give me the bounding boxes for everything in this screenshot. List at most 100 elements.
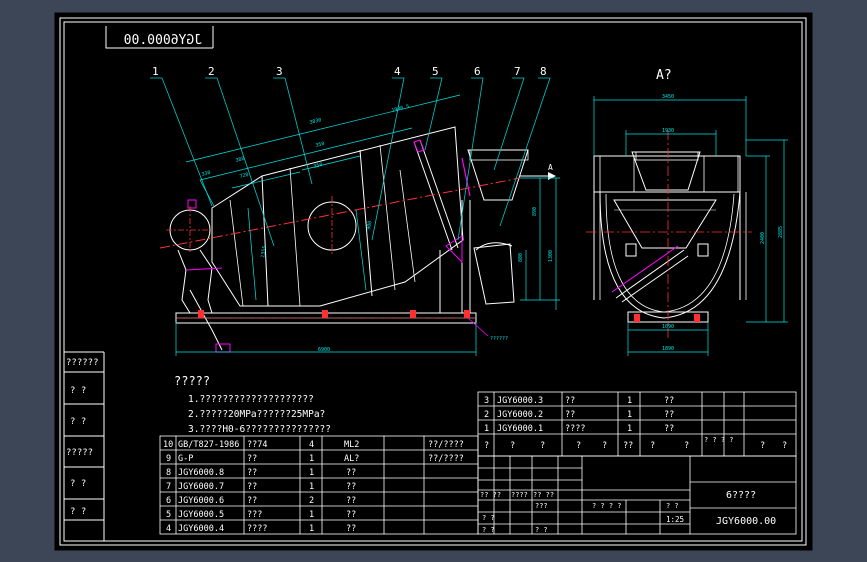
header-cell: ? [782,441,787,451]
part-mat: ML2 [344,440,359,450]
part-code: JGY6000.1 [497,424,543,434]
part-note: ??/???? [428,440,464,450]
callout-text: ?????? [490,336,508,342]
scale-value: 1:25 [666,515,684,524]
part-name: ?? [247,496,257,506]
part-name: ??74 [247,440,267,450]
dimension-text: 6900 [318,347,330,353]
header-cell: ? [602,441,607,451]
part-code: JGY6000.8 [178,468,224,478]
balloon-number: 6 [474,65,481,78]
part-qty: 1 [309,482,314,492]
title-cell: ? ? [666,502,679,510]
part-code: JGY6000.4 [178,524,224,534]
balloon-number: 8 [540,65,547,78]
balloon-number: 2 [208,65,215,78]
part-no: 10 [163,440,173,450]
part-no: 2 [484,410,489,420]
left-strip-label: ? ? [70,386,86,396]
dimension-text: 1300 [548,250,554,262]
left-strip-label: ?????? [66,358,99,368]
title-cell: ? ? [535,526,548,534]
part-name: ?? [247,468,257,478]
header-cell: ? [650,441,655,451]
part-qty: 1 [309,510,314,520]
header-cell: ? [576,441,581,451]
part-qty: 1 [627,396,632,406]
part-mat: ?? [346,496,356,506]
part-name: ??? [247,510,262,520]
part-name: ?? [565,410,575,420]
header-cell: ? [484,441,489,451]
part-mat: ?? [664,424,674,434]
part-code: GB/T827-1986 [178,440,239,450]
part-mat: ?? [664,396,674,406]
part-mat: ?? [346,468,356,478]
part-no: 4 [166,524,171,534]
view-label: A? [656,68,672,83]
title-cell: ? ? ? ? [592,502,622,510]
part-name: ???? [247,524,267,534]
dimension-text: 3450 [662,94,674,100]
part-no: 3 [484,396,489,406]
part-mat: ?? [346,482,356,492]
part-qty: 2 [309,496,314,506]
part-name: ?? [247,482,257,492]
dimension-text: 2400 [760,232,766,244]
drawing-title: 6???? [726,490,756,501]
part-code: G-P [178,454,193,464]
balloon-number: 7 [514,65,521,78]
title-cell: ? ? [482,526,495,534]
part-name: ???? [565,424,585,434]
part-mat: ?? [346,524,356,534]
part-qty: 4 [309,440,314,450]
balloon-number: 5 [432,65,439,78]
part-qty: 1 [627,410,632,420]
part-code: JGY6000.5 [178,510,224,520]
balloon-number: 3 [276,65,283,78]
drawing-number-mirrored-text: JGY6000.00 [124,33,202,48]
part-qty: 1 [309,468,314,478]
dimension-text: 800 [518,253,524,262]
header-cell: ?? [623,441,633,451]
header-cell: ? ? ? ? [704,436,734,444]
title-cell: ? ? [482,514,495,522]
part-no: 7 [166,482,171,492]
part-no: 8 [166,468,171,478]
part-qty: 1 [309,454,314,464]
part-name: ?? [247,454,257,464]
header-cell: ? [510,441,515,451]
notes-title: ????? [174,374,210,388]
balloon-number: 1 [152,65,159,78]
part-mat: ?? [664,410,674,420]
part-mat: ?? [346,510,356,520]
note-item: 1.???????????????????? [188,394,314,405]
part-code: JGY6000.6 [178,496,224,506]
part-qty: 1 [627,424,632,434]
view-a-arrow-label: A [548,163,553,172]
title-cell: ???? [511,491,528,499]
header-cell: ? [540,441,545,451]
title-cell: ??? [535,502,548,510]
left-strip-label: ? ? [70,417,86,427]
balloon-number: 4 [394,65,401,78]
cad-drawing-sheet: JGY6000.00 ?????? ? ? ? ? ????? ? ? ? ? [54,12,813,551]
part-code: JGY6000.2 [497,410,543,420]
part-code: JGY6000.3 [497,396,543,406]
note-item: 3.????H0-6??????????????? [188,424,331,435]
dimension-text: 890 [532,207,538,216]
title-cell: ?? ?? [480,491,501,499]
left-strip-label: ? ? [70,479,86,489]
part-qty: 1 [309,524,314,534]
part-note: ??/???? [428,454,464,464]
dimension-text: 1930 [662,128,674,134]
left-strip-label: ? ? [70,507,86,517]
dimension-text: 1890 [662,346,674,352]
header-cell: ? [684,441,689,451]
part-no: 9 [166,454,171,464]
part-code: JGY6000.7 [178,482,224,492]
header-cell: ? [760,441,765,451]
dimension-text: 2885 [778,226,784,238]
title-cell: ?? ?? [533,491,554,499]
part-no: 6 [166,496,171,506]
